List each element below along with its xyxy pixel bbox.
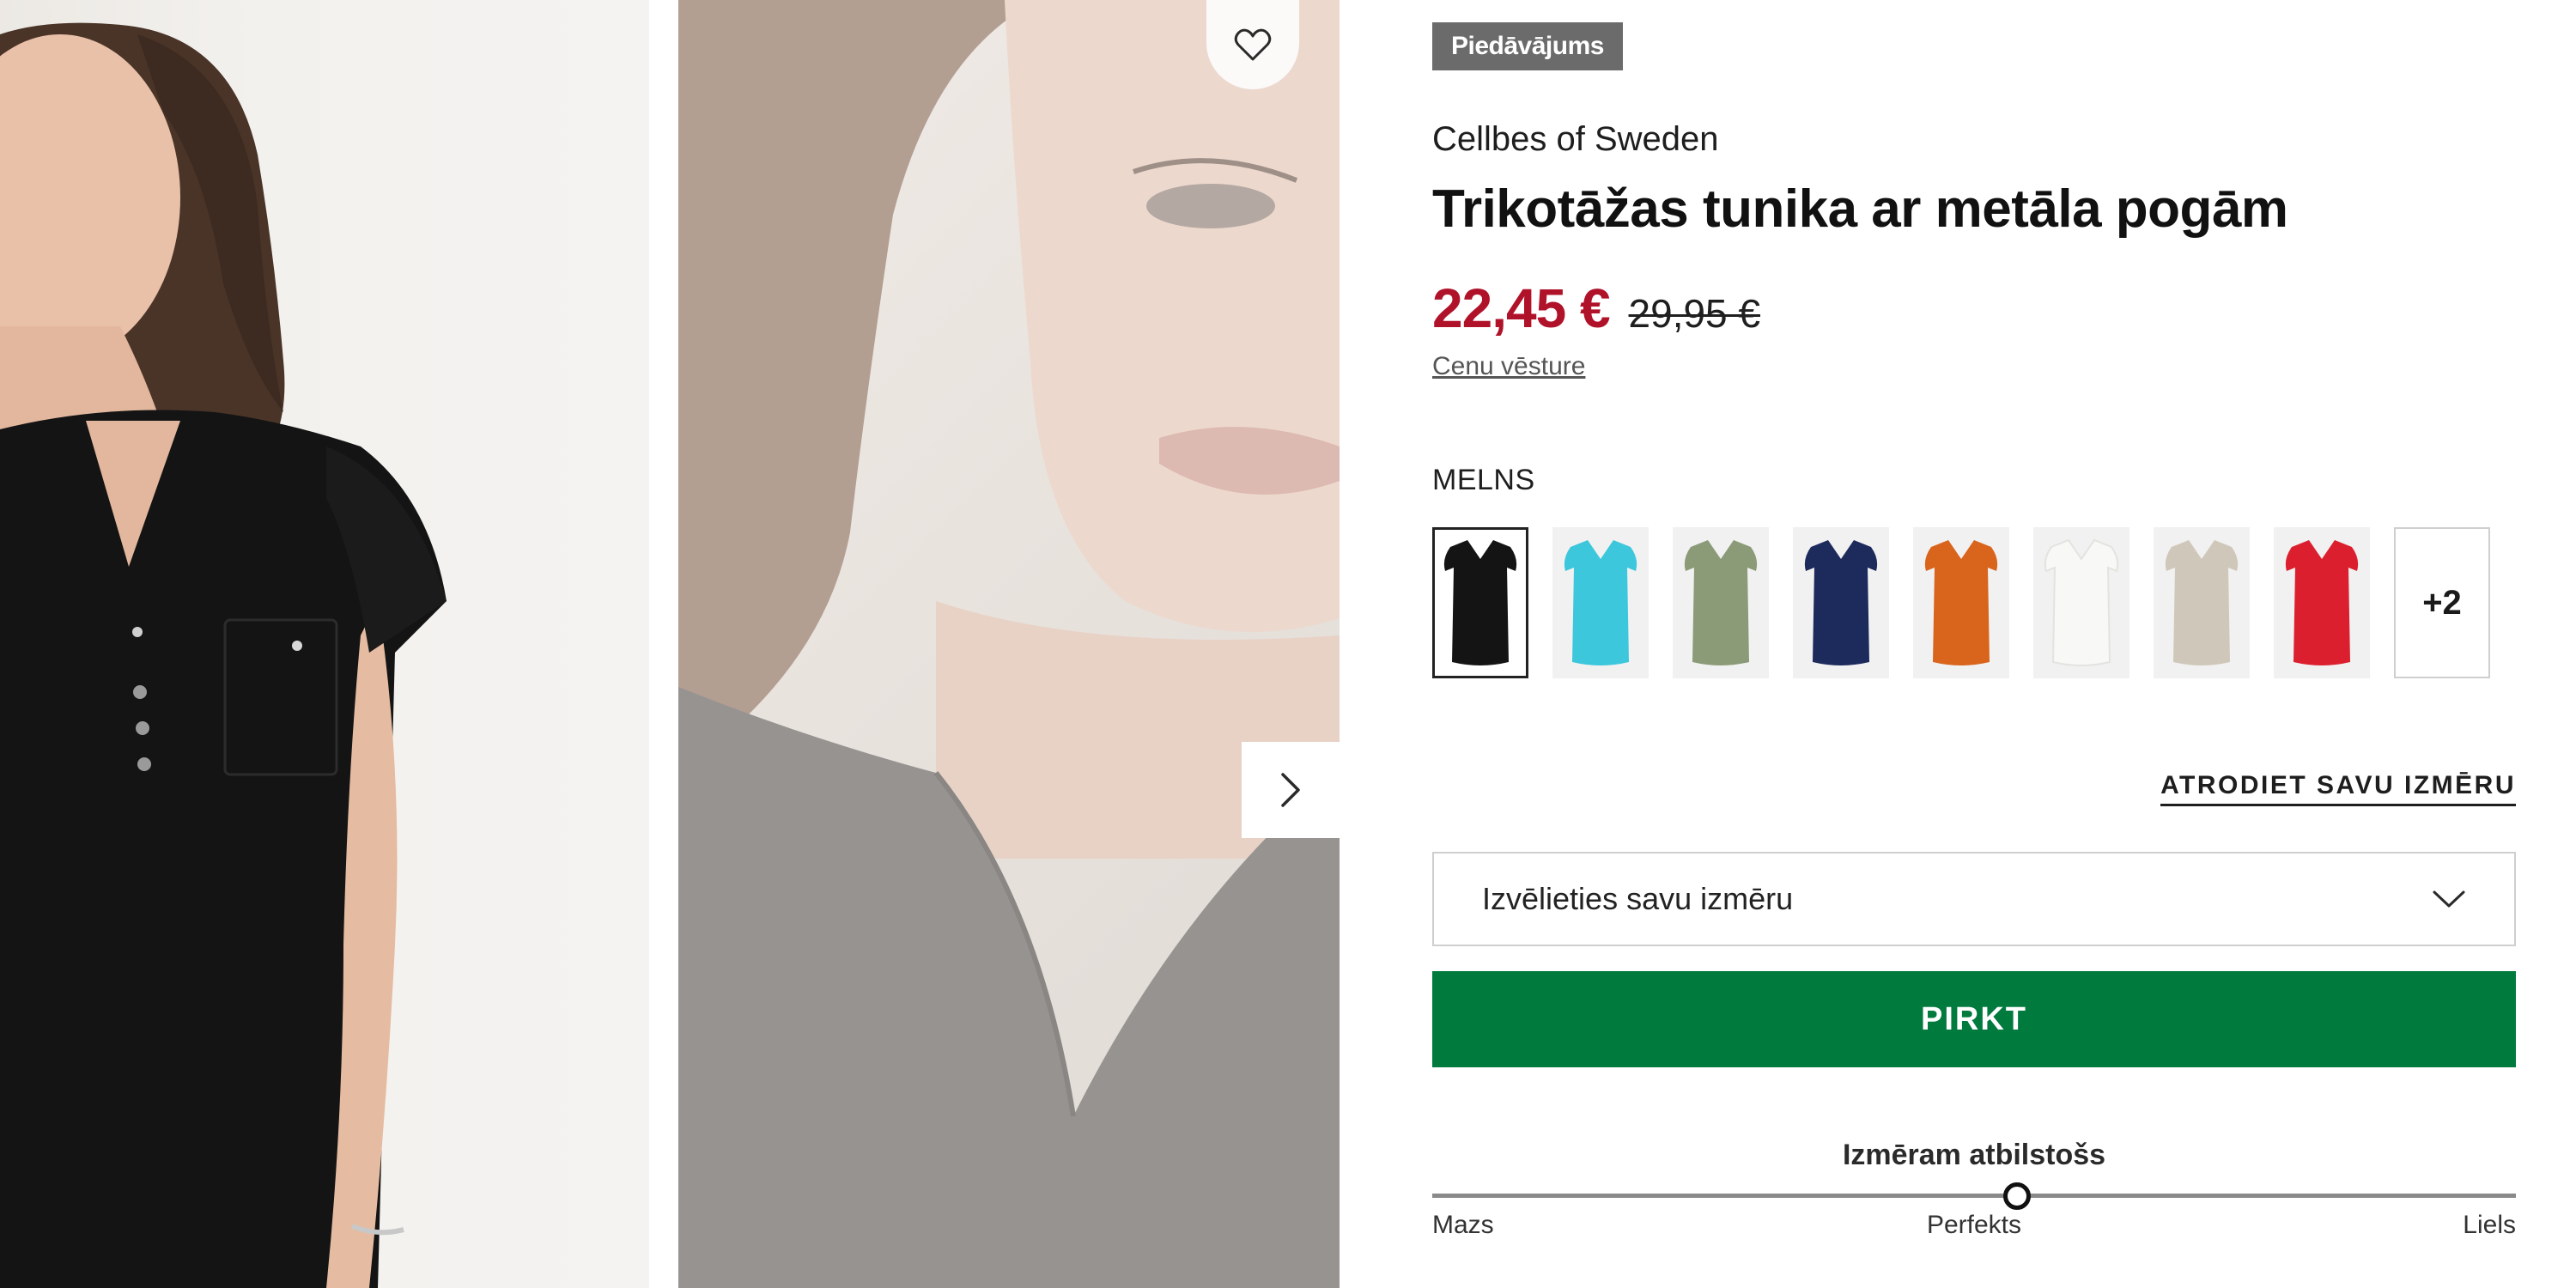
price-history-link[interactable]: Cenu vēsture [1432,352,1585,381]
gallery-next-button[interactable] [1242,742,1340,838]
fit-label-perfect: Perfekts [1926,1211,2022,1239]
tunic-thumbnail [1564,540,1637,665]
color-swatch-turquoise[interactable] [1552,527,1649,678]
color-swatch-black[interactable] [1432,527,1528,678]
product-photo-closeup[interactable] [678,0,1340,1288]
tunic-thumbnail [1804,540,1878,665]
color-swatch-orange[interactable] [1913,527,2009,678]
offer-badge: Piedāvājums [1432,22,1623,70]
fit-scale-marker [2003,1182,2032,1210]
fit-label-large: Liels [2463,1211,2516,1239]
fit-indicator-title: Izmēram atbilstošs [1842,1139,2106,1171]
favorite-button[interactable] [1206,0,1299,89]
color-swatch-olive-green[interactable] [1673,527,1769,678]
fit-scale-track [1432,1182,2516,1210]
color-swatches: +2 [1432,527,2490,678]
size-select-placeholder: Izvēlieties savu izmēru [1482,881,1794,916]
more-colors-button[interactable]: +2 [2394,527,2490,678]
original-price: 29,95 € [1628,291,1761,336]
tunic-thumbnail [1924,540,1998,665]
model-illustration [0,22,447,1288]
product-title: Trikotāžas tunika ar metāla pogām [1432,179,2288,239]
product-gallery [0,0,1340,1288]
sale-price: 22,45 € [1432,277,1611,339]
product-info-panel: Piedāvājums Cellbes of Sweden Trikotāžas… [1432,0,2516,1288]
tunic-thumbnail [2285,540,2359,665]
product-photo-front[interactable] [0,0,649,1288]
color-swatch-red[interactable] [2274,527,2370,678]
tunic-thumbnail [1684,540,1758,665]
size-select[interactable]: Izvēlieties savu izmēru [1432,852,2516,946]
chevron-down-icon [2433,890,2465,908]
selected-color-name: MELNS [1432,464,1535,496]
fit-label-small: Mazs [1432,1211,1494,1239]
color-swatch-beige[interactable] [2154,527,2250,678]
price-row: 22,45 € 29,95 € [1432,276,1760,340]
tunic-thumbnail [2044,538,2119,666]
tunic-thumbnail [2165,540,2239,665]
heart-icon [1234,28,1272,61]
color-swatch-navy[interactable] [1793,527,1889,678]
tunic-thumbnail [1443,540,1517,665]
model-closeup-illustration [678,0,1340,1288]
chevron-right-icon [1281,773,1300,807]
buy-button[interactable]: PIRKT [1432,971,2516,1067]
color-swatch-white[interactable] [2033,527,2129,678]
product-brand[interactable]: Cellbes of Sweden [1432,120,1719,159]
find-your-size-link[interactable]: ATRODIET SAVU IZMĒRU [2160,771,2516,806]
